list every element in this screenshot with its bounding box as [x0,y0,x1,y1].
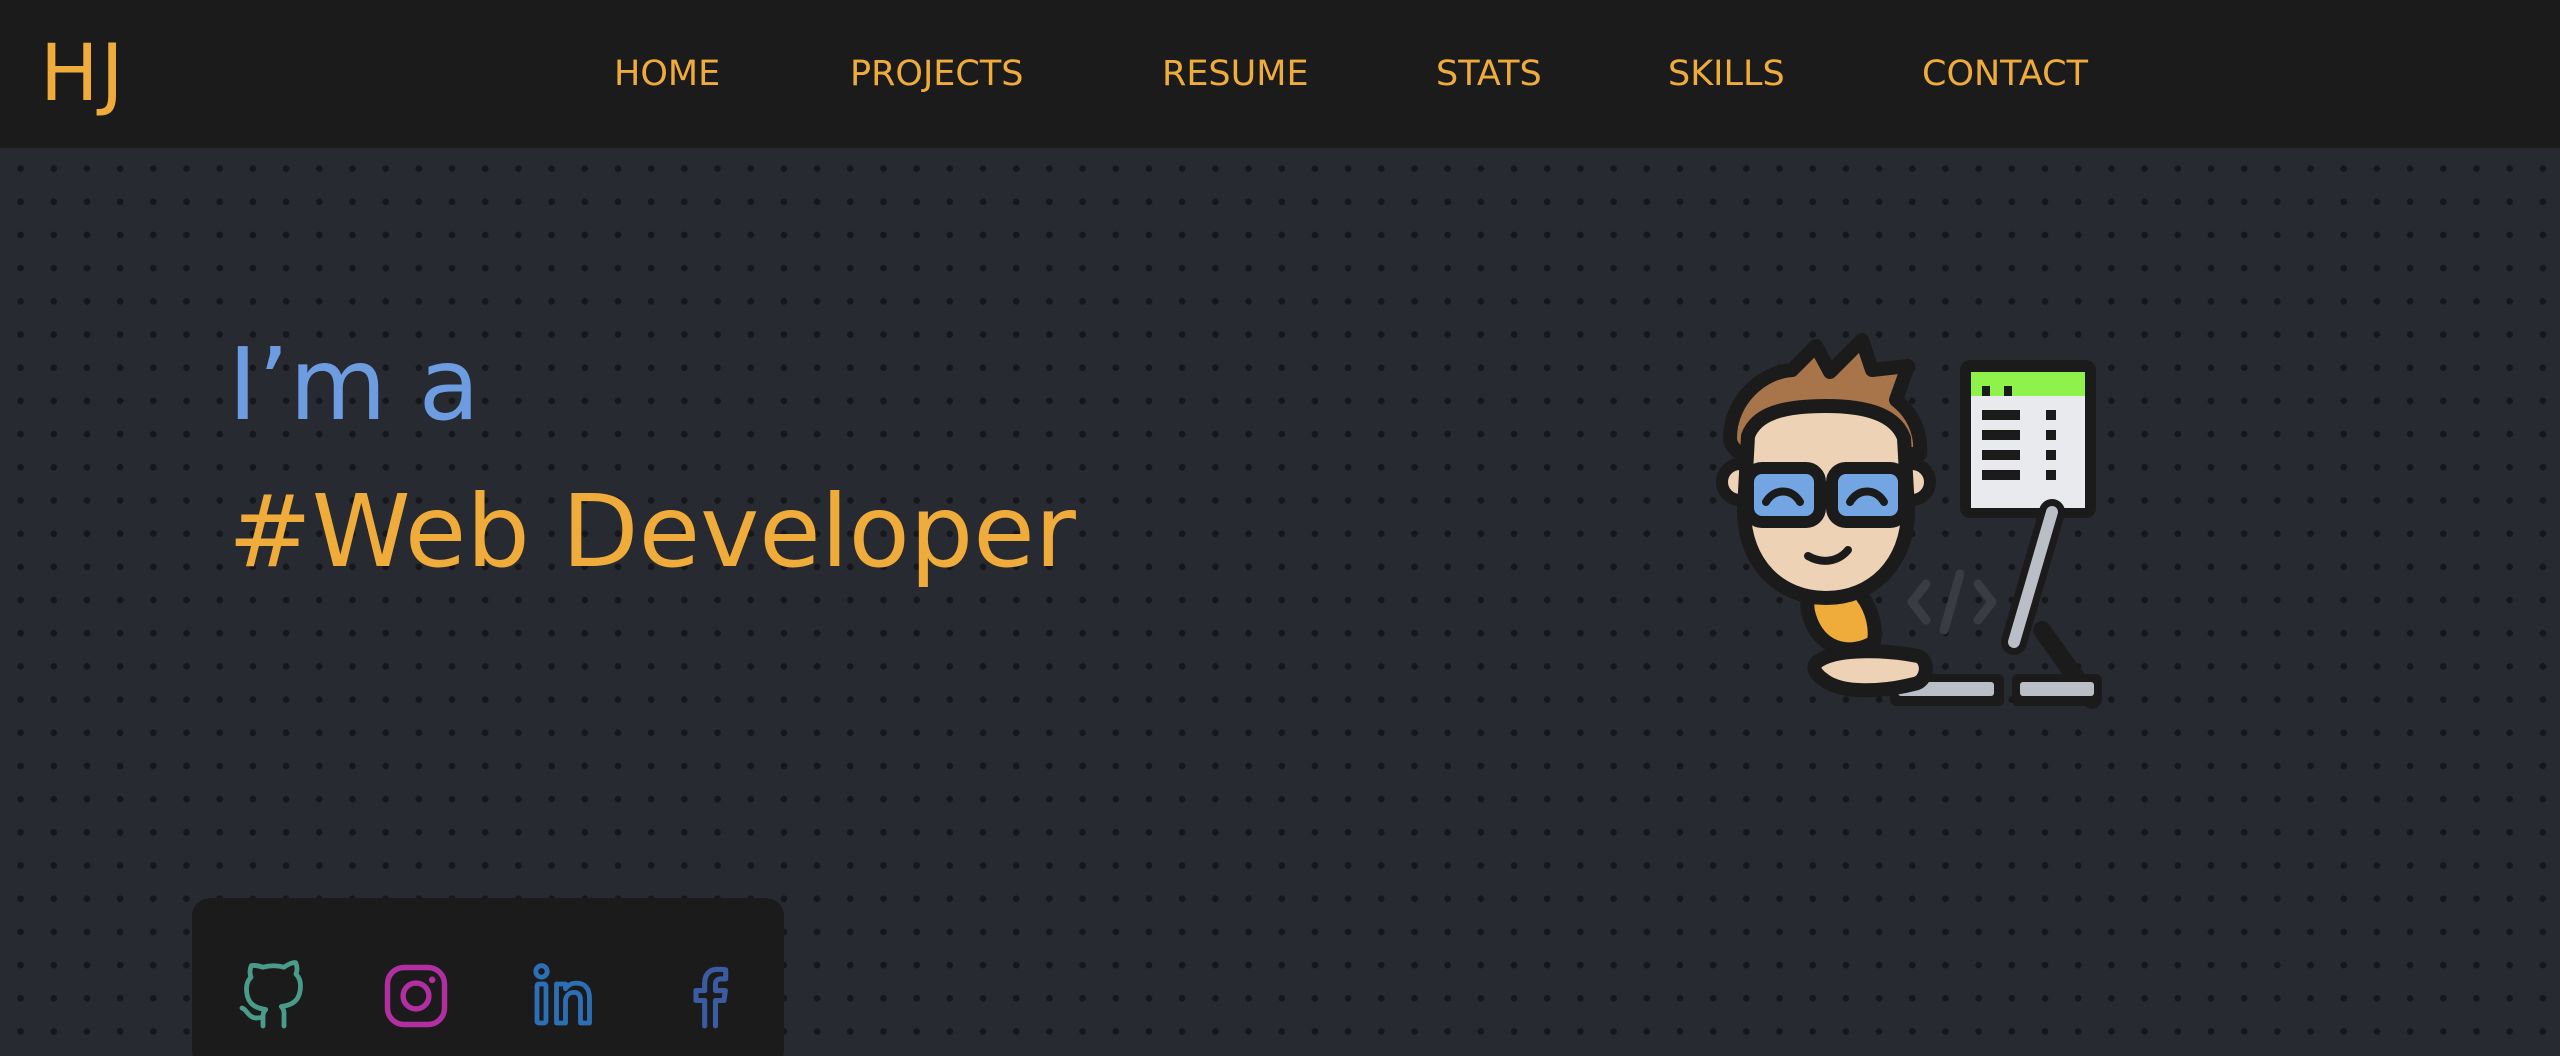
github-icon [239,960,303,1029]
hero-intro-text: I’m a [228,326,480,443]
instagram-icon [384,964,448,1028]
nav-link-stats[interactable]: STATS [1436,52,1542,96]
facebook-icon [693,966,729,1029]
nav-link-home[interactable]: HOME [614,52,720,96]
site-logo[interactable]: HJ [40,28,126,120]
social-links-card [192,898,784,1056]
developer-at-computer-icon [1716,333,2102,709]
hero-role-text: #Web Developer [228,473,1076,590]
github-link[interactable] [236,960,308,1032]
instagram-link[interactable] [380,960,452,1032]
navbar: HJ HOME PROJECTS RESUME STATS SKILLS CON… [0,0,2560,148]
linkedin-icon [533,963,592,1026]
nav-link-resume[interactable]: RESUME [1162,52,1309,96]
nav-link-projects[interactable]: PROJECTS [850,52,1023,96]
nav-link-contact[interactable]: CONTACT [1922,52,2088,96]
facebook-link[interactable] [672,960,744,1032]
nav-link-skills[interactable]: SKILLS [1668,52,1785,96]
developer-illustration [1712,330,2102,720]
linkedin-link[interactable] [528,960,600,1032]
